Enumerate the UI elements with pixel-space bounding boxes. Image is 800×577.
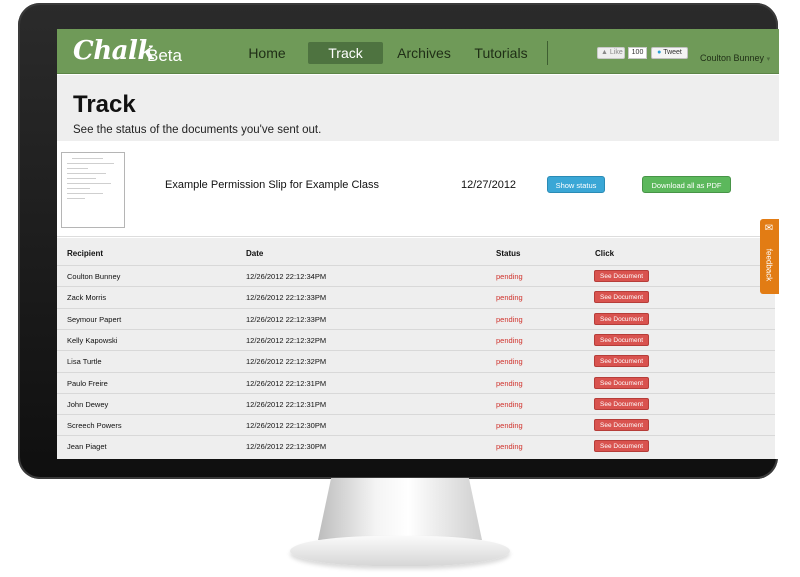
- recipient-name: Lisa Turtle: [67, 357, 102, 367]
- recipient-name: Coulton Bunney: [67, 272, 121, 281]
- see-document-button[interactable]: See Document: [594, 291, 649, 304]
- recipient-name: Kelly Kapowski: [67, 335, 118, 345]
- recipient-name: Paulo Freire: [67, 378, 108, 388]
- like-label: Like: [609, 49, 623, 56]
- recipient-name: John Dewey: [67, 399, 109, 409]
- document-name: Example Permission Slip for Example Clas…: [165, 179, 379, 191]
- page-subtitle: See the status of the documents you've s…: [73, 124, 322, 136]
- monitor-stand-neck: [318, 478, 482, 540]
- status-text: pending: [496, 378, 523, 388]
- nav-archives[interactable]: Archives: [396, 42, 452, 64]
- see-document-button[interactable]: See Document: [594, 419, 649, 432]
- document-thumbnail[interactable]: [61, 152, 125, 228]
- chevron-down-icon: ▾: [766, 56, 771, 63]
- page-header: Track See the status of the documents yo…: [57, 75, 779, 141]
- recipient-name: Zack Morris: [67, 293, 107, 303]
- see-document-button[interactable]: See Document: [594, 376, 649, 389]
- page-title: Track: [73, 91, 136, 118]
- recipient-name: Seymour Papert: [67, 314, 122, 324]
- nav-track[interactable]: Track: [308, 42, 383, 64]
- facebook-like-button[interactable]: ▲ Like: [597, 47, 625, 59]
- nav-home[interactable]: Home: [239, 42, 295, 64]
- user-name: Coulton Bunney: [700, 53, 765, 63]
- status-text: pending: [496, 335, 523, 345]
- sent-date: 12/26/2012 22:12:30PM: [246, 442, 327, 452]
- status-text: pending: [496, 399, 523, 409]
- thumbs-up-icon: ▲: [601, 49, 608, 56]
- nav-divider: [547, 41, 548, 65]
- status-text: pending: [496, 272, 523, 281]
- nav-tutorials[interactable]: Tutorials: [470, 42, 532, 64]
- column-header-status: Status: [496, 249, 521, 258]
- sent-date: 12/26/2012 22:12:31PM: [246, 399, 327, 409]
- table-row: Zack Morris 12/26/2012 22:12:33PM pendin…: [57, 286, 775, 307]
- see-document-button[interactable]: See Document: [594, 397, 649, 410]
- see-document-button[interactable]: See Document: [594, 312, 649, 325]
- download-pdf-button[interactable]: Download all as PDF: [642, 176, 731, 193]
- recipient-name: Jean Piaget: [67, 442, 107, 452]
- status-text: pending: [496, 314, 523, 324]
- column-header-recipient: Recipient: [67, 249, 104, 258]
- table-row: Lisa Turtle 12/26/2012 22:12:32PM pendin…: [57, 350, 775, 371]
- see-document-button[interactable]: See Document: [594, 440, 649, 453]
- table-row: Jean Piaget 12/26/2012 22:12:30PM pendin…: [57, 435, 775, 456]
- status-text: pending: [496, 357, 523, 367]
- brand-beta-label: Beta: [147, 46, 182, 65]
- table-row: Seymour Papert 12/26/2012 22:12:33PM pen…: [57, 307, 775, 329]
- monitor-stand-base: [290, 536, 510, 566]
- sent-date: 12/26/2012 22:12:33PM: [246, 314, 327, 324]
- feedback-tab[interactable]: ✉ feedback: [760, 219, 779, 294]
- recipients-table: Recipient Date Status Click Coulton Bunn…: [57, 238, 775, 459]
- brand-logo[interactable]: Chalk: [73, 36, 155, 66]
- table-row: John Dewey 12/26/2012 22:12:31PM pending…: [57, 392, 775, 414]
- app-screen: Chalk Beta Home Track Archives Tutorials…: [57, 29, 779, 459]
- see-document-button[interactable]: See Document: [594, 270, 649, 282]
- status-text: pending: [496, 442, 523, 452]
- see-document-button[interactable]: See Document: [594, 333, 649, 346]
- see-document-button[interactable]: See Document: [594, 355, 649, 368]
- sent-date: 12/26/2012 22:12:33PM: [246, 293, 327, 303]
- document-date: 12/27/2012: [461, 179, 517, 191]
- column-header-click: Click: [595, 249, 615, 258]
- table-row: Screech Powers 12/26/2012 22:12:30PM pen…: [57, 414, 775, 435]
- sent-date: 12/26/2012 22:12:30PM: [246, 421, 327, 431]
- twitter-bird-icon: ●: [657, 49, 662, 56]
- table-row: Kelly Kapowski 12/26/2012 22:12:32PM pen…: [57, 328, 775, 350]
- status-text: pending: [496, 421, 523, 431]
- sent-date: 12/26/2012 22:12:31PM: [246, 378, 327, 388]
- monitor-frame: Chalk Beta Home Track Archives Tutorials…: [18, 3, 779, 479]
- table-row: Coulton Bunney 12/26/2012 22:12:34PM pen…: [57, 265, 775, 286]
- table-row: Paulo Freire 12/26/2012 22:12:31PM pendi…: [57, 371, 775, 393]
- recipient-name: Screech Powers: [67, 421, 122, 431]
- like-count: 100: [628, 47, 647, 59]
- megaphone-icon: ✉: [764, 223, 774, 234]
- sent-date: 12/26/2012 22:12:32PM: [246, 357, 327, 367]
- sent-date: 12/26/2012 22:12:32PM: [246, 335, 327, 345]
- tweet-label: Tweet: [663, 49, 682, 56]
- tweet-button[interactable]: ● Tweet: [651, 47, 688, 59]
- column-header-date: Date: [246, 249, 264, 258]
- top-navbar: Chalk Beta Home Track Archives Tutorials…: [57, 29, 779, 74]
- sent-date: 12/26/2012 22:12:34PM: [246, 272, 327, 281]
- show-status-button[interactable]: Show status: [547, 176, 605, 193]
- feedback-label: feedback: [764, 248, 774, 282]
- document-row: Example Permission Slip for Example Clas…: [57, 141, 779, 237]
- table-header: Recipient Date Status Click: [57, 238, 775, 265]
- status-text: pending: [496, 293, 523, 303]
- user-menu[interactable]: Coulton Bunney ▾: [700, 53, 770, 63]
